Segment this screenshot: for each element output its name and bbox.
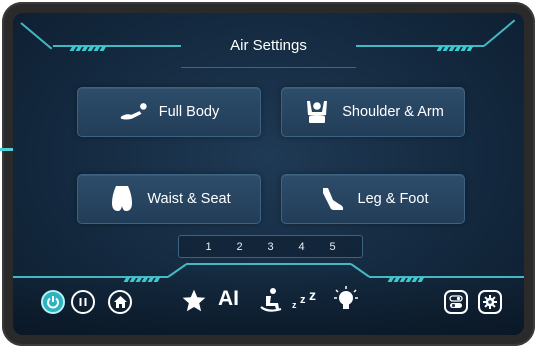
bottom-deco-left [123,269,161,282]
shoulder-arm-button[interactable]: Shoulder & Arm [281,87,465,137]
recline-button[interactable] [258,287,284,313]
recline-icon [260,288,282,312]
screen: Air Settings Full Body Shoulder & Arm Wa… [13,13,524,335]
pause-icon [79,298,87,306]
intensity-level-bar: 1 2 3 4 5 [178,235,363,258]
leg-foot-button[interactable]: Leg & Foot [281,174,465,224]
settings-button[interactable] [478,290,502,314]
toggle-button[interactable] [444,290,468,314]
pause-button[interactable] [71,290,95,314]
toggle-icon [449,295,463,308]
full-body-label: Full Body [158,104,220,120]
home-icon [113,296,127,308]
bottom-deco-right [387,269,425,282]
leg-foot-icon [318,184,348,214]
level-2[interactable]: 2 [230,241,250,253]
star-icon [182,289,206,312]
ai-mode-button[interactable]: AI [218,287,239,311]
light-button[interactable] [333,285,359,313]
page-title: Air Settings [230,37,307,54]
full-body-button[interactable]: Full Body [77,87,261,137]
light-icon [334,286,358,309]
level-5[interactable]: 5 [323,241,343,253]
favorite-button[interactable] [181,288,207,314]
settings-icon [483,295,497,309]
sleep-icon-z3: z [309,287,316,303]
sleep-button[interactable]: z z z [292,287,322,313]
sleep-icon: z [292,300,297,310]
level-4[interactable]: 4 [292,241,312,253]
power-button[interactable] [41,290,65,314]
bottom-line-mid [186,263,351,265]
shoulder-arm-label: Shoulder & Arm [342,104,444,120]
waist-seat-icon [107,184,137,214]
level-3[interactable]: 3 [261,241,281,253]
waist-seat-button[interactable]: Waist & Seat [77,174,261,224]
shoulder-arm-icon [302,97,332,127]
power-icon [47,296,59,309]
full-body-icon [119,97,149,127]
waist-seat-label: Waist & Seat [147,191,231,207]
level-1[interactable]: 1 [199,241,219,253]
home-button[interactable] [108,290,132,314]
sleep-icon-z2: z [300,294,306,306]
leg-foot-label: Leg & Foot [357,191,429,207]
